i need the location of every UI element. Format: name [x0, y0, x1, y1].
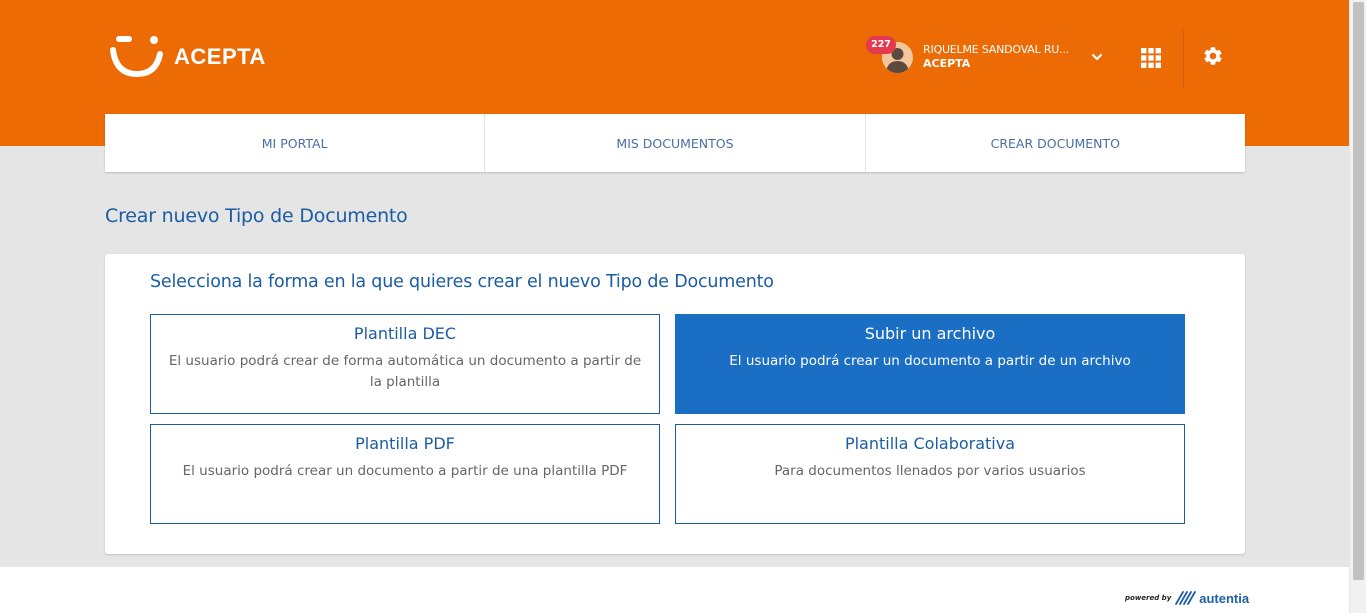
- option-title: Plantilla DEC: [353, 324, 457, 343]
- user-name: RIQUELME SANDOVAL RU...: [923, 43, 1070, 56]
- option-title: Subir un archivo: [864, 324, 996, 343]
- tab-mi-portal[interactable]: MI PORTAL: [105, 114, 486, 172]
- scrollbar-thumb[interactable]: [1353, 2, 1364, 580]
- powered-by-autentia[interactable]: powered by autentia: [1125, 590, 1249, 606]
- option-description: El usuario podrá crear un documento a pa…: [729, 353, 1131, 369]
- option-description: Para documentos llenados por varios usua…: [774, 463, 1086, 479]
- option-title: Plantilla Colaborativa: [844, 434, 1016, 453]
- tab-mis-documentos[interactable]: MIS DOCUMENTOS: [485, 114, 866, 172]
- option-plantilla-pdf[interactable]: Plantilla PDF El usuario podrá crear un …: [150, 424, 660, 524]
- powered-by-label: powered by: [1125, 594, 1172, 602]
- vertical-scrollbar[interactable]: [1349, 0, 1366, 613]
- page-title: Crear nuevo Tipo de Documento: [105, 205, 408, 227]
- option-description: El usuario podrá crear de forma automáti…: [168, 353, 642, 390]
- header-divider: [1183, 30, 1184, 88]
- creation-options-panel: Selecciona la forma en la que quieres cr…: [105, 254, 1245, 554]
- user-organization: ACEPTA: [923, 57, 971, 70]
- footer: powered by autentia: [0, 567, 1349, 613]
- acepta-smile-icon: [110, 36, 163, 78]
- tab-crear-documento[interactable]: CREAR DOCUMENTO: [866, 114, 1245, 172]
- chevron-down-icon[interactable]: [1090, 50, 1104, 64]
- brand-name: ACEPTA: [174, 44, 266, 69]
- user-menu[interactable]: 227 RIQUELME SANDOVAL RU... ACEPTA: [866, 36, 1110, 76]
- notification-badge[interactable]: 227: [866, 36, 896, 54]
- option-title: Plantilla PDF: [355, 434, 455, 453]
- option-plantilla-colaborativa[interactable]: Plantilla Colaborativa Para documentos l…: [675, 424, 1185, 524]
- brand-logo[interactable]: ACEPTA: [110, 34, 266, 80]
- option-description: El usuario podrá crear un documento a pa…: [182, 463, 628, 479]
- option-plantilla-dec[interactable]: Plantilla DEC El usuario podrá crear de …: [150, 314, 660, 414]
- main-nav: MI PORTAL MIS DOCUMENTOS CREAR DOCUMENTO: [105, 114, 1245, 172]
- grid-icon[interactable]: [1141, 48, 1161, 68]
- option-subir-archivo[interactable]: Subir un archivo El usuario podrá crear …: [675, 314, 1185, 414]
- autentia-logo-icon: [1175, 591, 1197, 605]
- autentia-name: autentia: [1199, 590, 1250, 606]
- gear-icon[interactable]: [1202, 45, 1224, 67]
- panel-heading: Selecciona la forma en la que quieres cr…: [150, 272, 774, 292]
